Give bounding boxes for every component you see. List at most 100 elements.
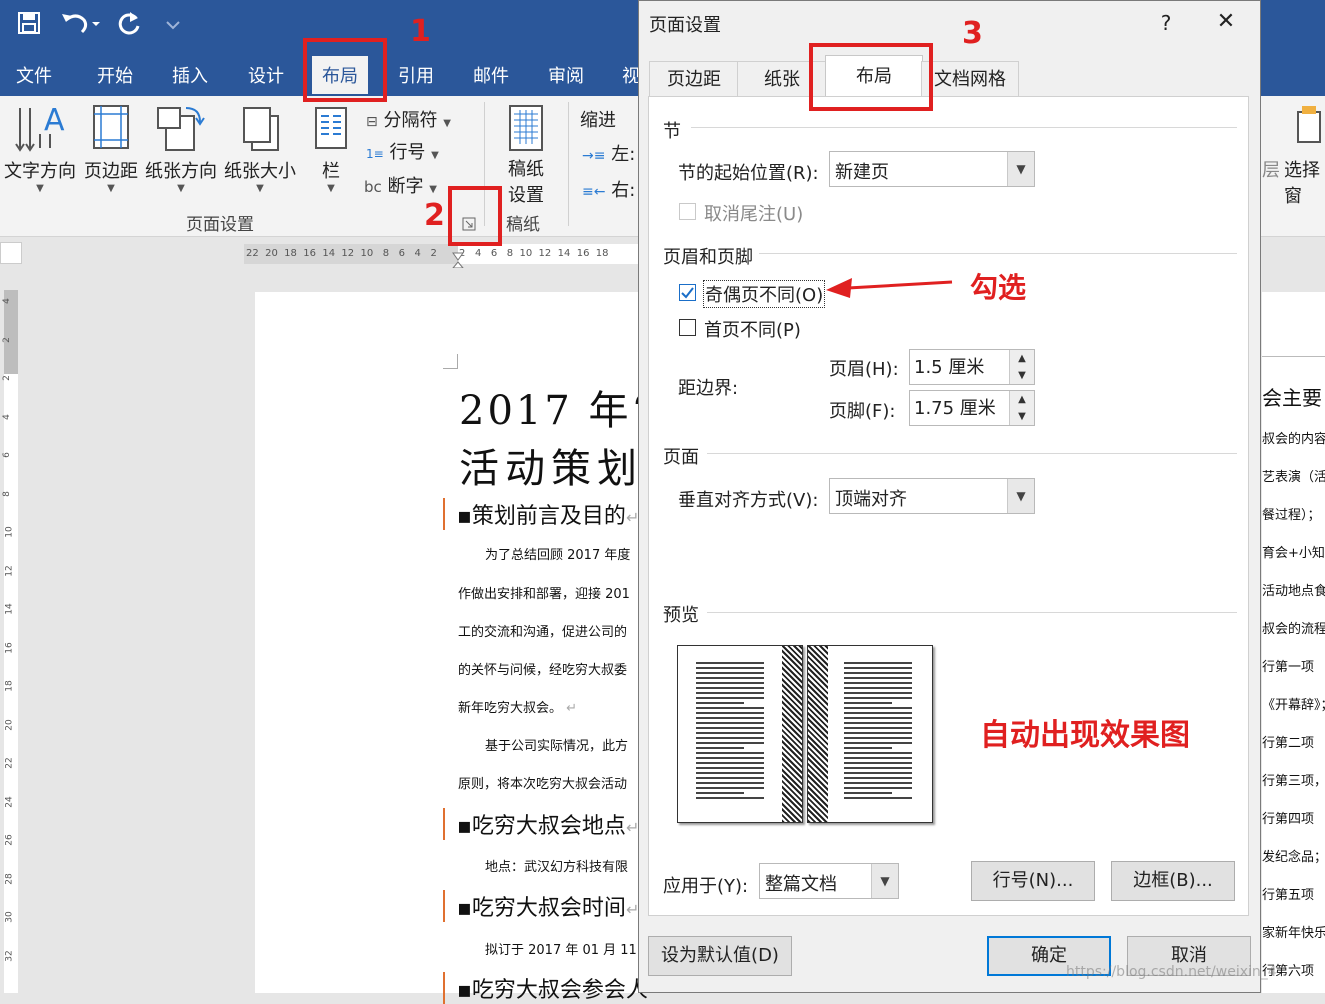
section-start-select[interactable]: 新建页 ▼: [829, 151, 1035, 187]
save-icon[interactable]: [18, 12, 40, 34]
tab-document-grid[interactable]: 文档网格: [921, 61, 1019, 98]
odd-even-label[interactable]: 奇偶页不同(O): [703, 280, 826, 308]
line-numbers-button[interactable]: 1≡ 行号 ▼: [366, 138, 439, 164]
spin-up-icon[interactable]: ▲: [1010, 350, 1034, 367]
suppress-endnotes-checkbox[interactable]: [679, 203, 696, 220]
hyphenation-button[interactable]: bc 断字 ▼: [364, 172, 437, 198]
tab-references[interactable]: 引用: [398, 62, 434, 88]
document-page[interactable]: 2017 年“ 活动策划 ▪策划前言及目的↵ 为了总结回顾 2017 年度 作做…: [255, 292, 654, 1004]
right-page-line: 育会+小知识: [1262, 546, 1325, 561]
header-distance-spinner[interactable]: 1.5 厘米 ▲ ▼: [909, 349, 1035, 385]
text-direction-button[interactable]: A 文字方向 ▼: [4, 103, 76, 194]
right-page-line: 家新年快乐: [1262, 926, 1325, 941]
selection-pane-button[interactable]: 选择窗: [1284, 156, 1325, 208]
section-label: 节: [663, 121, 681, 142]
ruler-number: 6: [1, 452, 12, 458]
layout-panel: 节 节的起始位置(R): 新建页 ▼ 取消尾注(U) 页眉和页脚 奇偶页不同(O…: [648, 96, 1249, 916]
line-numbers-label: 行号: [389, 142, 426, 163]
columns-button[interactable]: 栏 ▼: [308, 104, 354, 194]
doc-para: 原则，将本次吃穷大叔会活动: [458, 777, 628, 792]
ruler-number: 4: [1, 298, 12, 304]
apply-to-value: 整篇文档: [765, 874, 837, 895]
close-icon[interactable]: ✕: [1211, 9, 1241, 34]
manuscript-label: 稿纸: [508, 159, 544, 180]
odd-even-checkbox[interactable]: [679, 284, 696, 301]
hyphenation-label: 断字: [387, 176, 424, 197]
first-page-label: 首页不同(P): [704, 320, 801, 341]
annotation-number-3: 3: [962, 16, 983, 51]
size-button[interactable]: 纸张大小 ▼: [222, 104, 298, 194]
indent-right-icon: ≡←: [582, 184, 606, 200]
columns-label: 栏: [322, 161, 340, 182]
line-numbers-button[interactable]: 行号(N)...: [971, 861, 1095, 901]
manuscript-button[interactable]: 稿纸 设置: [494, 104, 558, 207]
customize-toolbar-icon[interactable]: [165, 16, 181, 30]
orientation-label: 纸张方向: [145, 161, 217, 182]
undo-icon[interactable]: [60, 10, 100, 36]
right-page-line: 《开幕辞》；: [1262, 698, 1325, 713]
doc-para: 基于公司实际情况，此方: [485, 739, 629, 754]
margins-icon: [93, 105, 129, 149]
doc-heading: ▪吃穷大叔会地点↵: [443, 808, 639, 840]
indent-left[interactable]: →≡ 左:: [582, 140, 635, 166]
first-page-checkbox[interactable]: [679, 319, 696, 336]
borders-button[interactable]: 边框(B)...: [1111, 861, 1235, 901]
right-page-line: 行第二项: [1262, 736, 1315, 751]
right-page-line: 餐过程）；: [1262, 508, 1321, 523]
right-page-line: 会主要: [1262, 386, 1322, 410]
tab-file[interactable]: 文件: [16, 62, 52, 88]
indent-right[interactable]: ≡← 右:: [582, 176, 635, 202]
tab-design[interactable]: 设计: [248, 62, 284, 88]
line-numbers-icon: 1≡: [366, 147, 384, 161]
ruler-number: 28: [4, 872, 15, 885]
page-setup-dialog: 页面设置 ? ✕ 页边距 纸张 布局 文档网格 节 节的起始位置(R): 新建页…: [638, 0, 1261, 993]
right-page-line: 叔会的内容: [1262, 432, 1325, 447]
from-edge-label: 距边界:: [678, 378, 739, 399]
ruler-number: 18: [4, 680, 15, 692]
right-page-line: 发纪念品；: [1262, 850, 1325, 865]
set-default-button[interactable]: 设为默认值(D): [648, 936, 792, 976]
text-direction-label: 文字方向: [4, 161, 76, 182]
help-button[interactable]: ?: [1151, 11, 1181, 35]
annotation-box-launcher: [448, 186, 502, 246]
ruler-number: 26: [4, 834, 15, 846]
spin-down-icon[interactable]: ▼: [1010, 367, 1034, 384]
indent-left-label: 左:: [611, 144, 636, 165]
doc-heading-text: 吃穷大叔会时间: [471, 896, 626, 921]
ruler-corner[interactable]: [0, 242, 22, 264]
tab-review[interactable]: 审阅: [548, 62, 584, 88]
apply-to-select[interactable]: 整篇文档 ▼: [759, 863, 899, 899]
right-page-line: 行第五项: [1262, 888, 1315, 903]
footer-distance-spinner[interactable]: 1.75 厘米 ▲ ▼: [909, 390, 1035, 426]
annotation-box-layout-tab: [303, 38, 387, 102]
redo-icon[interactable]: [116, 10, 142, 36]
chevron-down-icon[interactable]: ▼: [1007, 152, 1034, 186]
tab-mailings[interactable]: 邮件: [473, 62, 509, 88]
ruler-number: 8: [1, 490, 12, 497]
tab-margins[interactable]: 页边距: [649, 61, 739, 98]
header-distance-label: 页眉(H):: [829, 359, 899, 380]
group-divider: [568, 102, 569, 226]
tab-insert[interactable]: 插入: [172, 62, 208, 88]
tab-home[interactable]: 开始: [97, 62, 133, 88]
vertical-align-select[interactable]: 顶端对齐 ▼: [829, 478, 1035, 514]
suppress-endnotes-label: 取消尾注(U): [704, 204, 804, 225]
header-distance-value: 1.5 厘米: [914, 357, 985, 378]
divider: [759, 253, 1237, 254]
spin-down-icon[interactable]: ▼: [1010, 408, 1034, 425]
footer-distance-value: 1.75 厘米: [914, 398, 996, 419]
orientation-button[interactable]: 纸张方向 ▼: [144, 104, 218, 194]
spin-up-icon[interactable]: ▲: [1010, 391, 1034, 408]
margins-button[interactable]: 页边距 ▼: [82, 104, 140, 194]
ruler-number: 10: [4, 526, 15, 538]
breaks-button[interactable]: ⊟ 分隔符 ▼: [366, 106, 451, 132]
right-page-line: 行第三项，: [1262, 774, 1325, 789]
document-page-right[interactable]: 会主要叔会的内容艺表演（活餐过程）； 育会+小知识活动地点食叔会的流程行第一项《开…: [1262, 292, 1325, 993]
chevron-down-icon[interactable]: ▼: [1007, 479, 1034, 513]
ruler-number: 32: [4, 949, 15, 962]
chevron-down-icon[interactable]: ▼: [871, 864, 898, 898]
headers-footers-label: 页眉和页脚: [663, 247, 753, 268]
section-start-label: 节的起始位置(R):: [678, 163, 819, 184]
checkmark-icon: [681, 287, 694, 299]
doc-para: 工的交流和沟通，促进公司的: [458, 625, 628, 640]
